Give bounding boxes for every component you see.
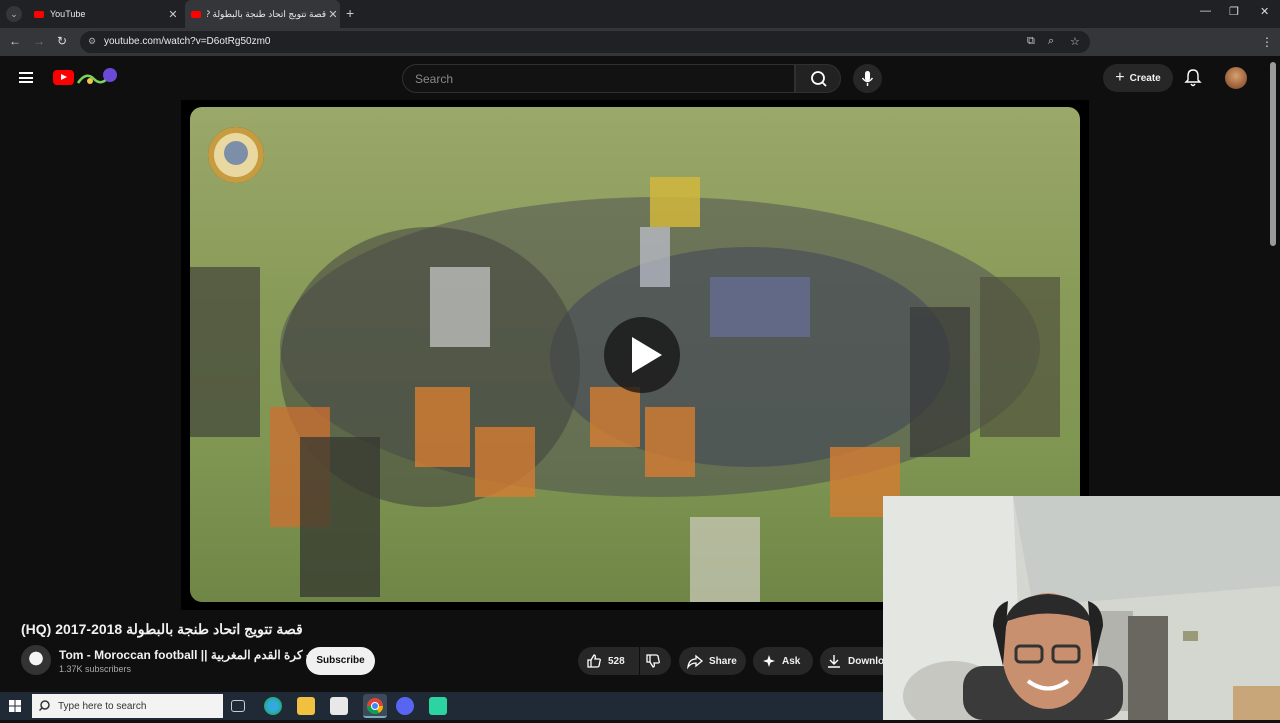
create-button[interactable]: + Create (1103, 64, 1173, 92)
forward-icon[interactable]: → (33, 34, 45, 48)
channel-name[interactable]: Tom - Moroccan football || طوم- كرة القد… (59, 648, 333, 662)
page-scrollbar[interactable] (1270, 62, 1276, 246)
like-count: 528 (608, 655, 625, 667)
task-view-icon[interactable] (231, 700, 245, 712)
share-arrow-icon (687, 654, 703, 669)
edge-browser-icon[interactable] (264, 697, 282, 715)
tab-label: قصة تتويج اتحاد طنجة بالبطولة ? (207, 8, 326, 19)
voice-search-button[interactable] (853, 64, 882, 93)
new-tab-button[interactable]: + (346, 5, 354, 21)
channel-watermark-logo (208, 127, 264, 183)
app-icon[interactable] (429, 697, 447, 715)
webcam-overlay (883, 496, 1280, 720)
play-button[interactable] (604, 317, 680, 393)
browser-tab-strip: ⌄ YouTube ✕ قصة تتويج اتحاد طنجة بالبطول… (0, 0, 1280, 28)
doodle-logo-icon[interactable] (76, 67, 120, 87)
site-info-icon[interactable]: ⚙ (88, 36, 96, 47)
chrome-taskbar-icon[interactable] (363, 694, 387, 718)
guide-menu-icon[interactable] (19, 72, 33, 83)
youtube-logo-icon[interactable] (53, 70, 74, 85)
video-title: قصة تتويج اتحاد طنجة بالبطولة 2018-2017 … (21, 621, 303, 637)
subscriber-count: 1.37K subscribers (59, 664, 132, 674)
file-explorer-icon[interactable] (297, 697, 315, 715)
tab-video[interactable]: قصة تتويج اتحاد طنجة بالبطولة ? ✕ (185, 0, 340, 28)
ask-label: Ask (782, 655, 801, 667)
search-placeholder: Search (415, 72, 454, 86)
store-icon[interactable] (330, 697, 348, 715)
taskbar-search-placeholder: Type here to search (58, 701, 147, 712)
close-window-icon[interactable]: ✕ (1260, 5, 1269, 18)
bookmark-star-icon[interactable]: ☆ (1070, 35, 1080, 48)
download-button[interactable]: Download (820, 647, 883, 675)
download-icon (828, 655, 840, 668)
account-avatar[interactable] (1225, 67, 1247, 89)
tab-youtube[interactable]: YouTube ✕ (28, 0, 180, 28)
share-button[interactable]: Share (679, 647, 746, 675)
ask-button[interactable]: Ask (753, 647, 813, 675)
url-text[interactable]: youtube.com/watch?v=D6otRg50zm0 (104, 36, 270, 47)
close-tab-icon[interactable]: ✕ (166, 8, 180, 21)
youtube-favicon-icon (191, 10, 201, 18)
address-bar-row: ← → ↻ ⚙ youtube.com/watch?v=D6otRg50zm0 … (0, 28, 1280, 75)
windows-start-icon[interactable] (9, 700, 21, 712)
youtube-favicon-icon (34, 10, 44, 18)
share-label: Share (709, 655, 737, 667)
minimize-icon[interactable]: — (1200, 5, 1211, 17)
reload-icon[interactable]: ↻ (57, 34, 67, 48)
thumbs-up-icon (587, 654, 601, 668)
search-icon (811, 71, 827, 87)
zoom-icon[interactable]: ⌕ (1048, 35, 1054, 48)
install-app-icon[interactable]: ⧉ (1027, 35, 1035, 48)
thumbs-down-icon (646, 654, 660, 668)
chrome-menu-icon[interactable]: ⋮ (1261, 35, 1273, 49)
taskbar-search-box[interactable]: Type here to search (32, 694, 223, 718)
webcam-image (883, 496, 1280, 720)
tab-label: YouTube (50, 9, 86, 19)
like-button[interactable]: 528 (578, 647, 639, 675)
sparkle-icon (763, 655, 775, 667)
subscribe-button[interactable]: Subscribe (306, 647, 375, 675)
channel-avatar[interactable] (21, 645, 51, 675)
microphone-icon (861, 71, 874, 86)
search-input[interactable]: Search (402, 64, 795, 93)
close-tab-icon[interactable]: ✕ (326, 8, 340, 21)
search-button[interactable] (795, 64, 841, 93)
windows-taskbar: Type here to search (0, 692, 883, 720)
dislike-button[interactable] (640, 647, 671, 675)
notifications-bell-icon[interactable] (1183, 68, 1203, 88)
create-label: Create (1129, 72, 1161, 84)
tab-search-button[interactable]: ⌄ (6, 6, 22, 22)
discord-icon[interactable] (396, 697, 414, 715)
omnibox[interactable]: ⚙ youtube.com/watch?v=D6otRg50zm0 ⧉ ⌕ ☆ (80, 31, 1090, 53)
restore-icon[interactable]: ❐ (1229, 5, 1239, 18)
download-label: Download (848, 655, 883, 667)
plus-icon: + (1115, 69, 1125, 86)
search-icon (39, 700, 50, 712)
back-icon[interactable]: ← (9, 34, 21, 48)
youtube-header: Search + Create (0, 56, 1280, 100)
